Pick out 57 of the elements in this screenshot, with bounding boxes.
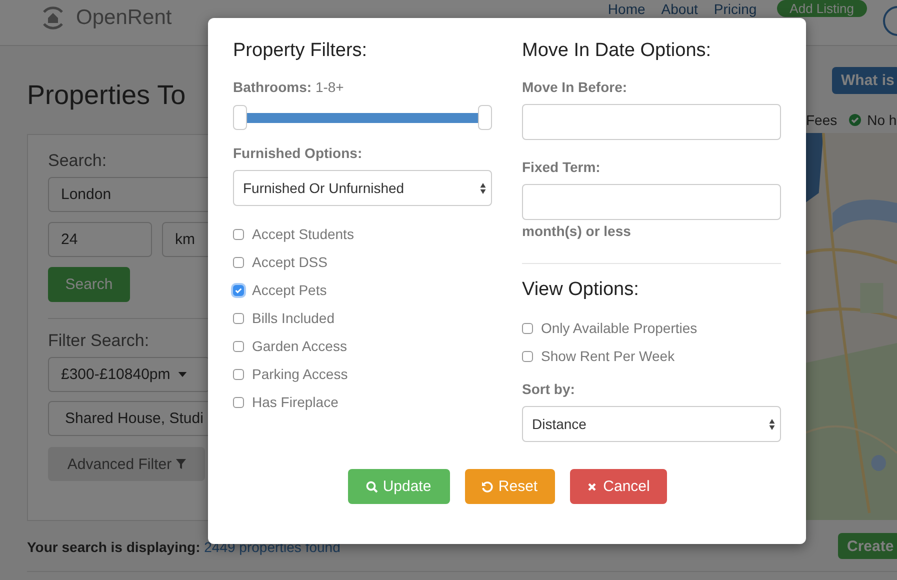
- update-button[interactable]: Update: [348, 469, 450, 504]
- nav-link[interactable]: Pricing: [714, 1, 757, 17]
- checkbox[interactable]: [233, 340, 244, 352]
- reset-button[interactable]: Reset: [464, 469, 554, 504]
- section-title: Property Filters:: [233, 40, 368, 63]
- move-in-date-field[interactable]: [522, 104, 781, 140]
- checkbox-label[interactable]: Accept Students: [252, 226, 354, 242]
- checkbox-label[interactable]: Accept DSS: [252, 254, 328, 270]
- slider-handle[interactable]: [233, 105, 247, 130]
- radius-field[interactable]: 24: [48, 222, 152, 257]
- checkbox-label[interactable]: Only Available Properties: [541, 320, 698, 336]
- slider-handle[interactable]: [478, 105, 492, 130]
- checkbox-label[interactable]: Has Fireplace: [252, 394, 338, 410]
- nav-link[interactable]: About: [661, 1, 698, 17]
- cancel-button[interactable]: Cancel: [570, 469, 666, 504]
- nav-link[interactable]: Home: [608, 1, 646, 17]
- checkbox-label[interactable]: Garden Access: [252, 338, 347, 354]
- updown-arrows-icon: [769, 418, 775, 430]
- section-title: Move In Date Options:: [522, 40, 712, 63]
- updown-arrows-icon: [480, 182, 486, 194]
- close-icon: [586, 480, 598, 492]
- checkbox-label[interactable]: Parking Access: [252, 366, 348, 382]
- price-dropdown[interactable]: £300-£10840pm: [48, 357, 210, 392]
- checkbox[interactable]: [522, 322, 533, 334]
- checkbox[interactable]: [233, 284, 244, 296]
- search-icon: [366, 480, 378, 492]
- advanced-filter-button[interactable]: Advanced Filter: [48, 447, 205, 481]
- field-label: Filter Search:: [48, 331, 150, 351]
- checkbox-label[interactable]: Bills Included: [252, 310, 334, 326]
- field-label: Move In Before:: [522, 79, 628, 95]
- field-hint: month(s) or less: [522, 223, 631, 239]
- info-button[interactable]: What is: [832, 67, 897, 94]
- page-title: Properties To: [27, 80, 186, 112]
- checkbox[interactable]: [233, 228, 244, 240]
- sort-select[interactable]: Distance: [522, 406, 781, 442]
- checkbox-label[interactable]: Accept Pets: [252, 282, 327, 298]
- field-label: Sort by:: [522, 381, 575, 397]
- section-title: View Options:: [522, 279, 639, 302]
- undo-icon: [481, 480, 494, 492]
- furnished-select[interactable]: Furnished Or Unfurnished: [233, 170, 492, 206]
- check-circle-icon: [849, 114, 862, 126]
- fixed-term-field[interactable]: [522, 184, 781, 220]
- checkbox[interactable]: [233, 256, 244, 268]
- funnel-icon: [176, 459, 186, 469]
- bathrooms-label: Bathrooms: 1-8+: [233, 79, 344, 95]
- checkbox[interactable]: [233, 368, 244, 380]
- checkbox[interactable]: [522, 350, 533, 362]
- checkbox[interactable]: [233, 396, 244, 408]
- field-label: Search:: [48, 151, 107, 171]
- field-label: Fixed Term:: [522, 159, 600, 175]
- logo-text[interactable]: OpenRent: [76, 6, 172, 30]
- field-label: Furnished Options:: [233, 145, 362, 161]
- feature-label: Fees: [806, 112, 838, 128]
- checkbox-label[interactable]: Show Rent Per Week: [541, 348, 675, 364]
- caret-icon: [178, 372, 188, 377]
- checkbox[interactable]: [233, 312, 244, 324]
- feature-label: No h: [867, 112, 897, 128]
